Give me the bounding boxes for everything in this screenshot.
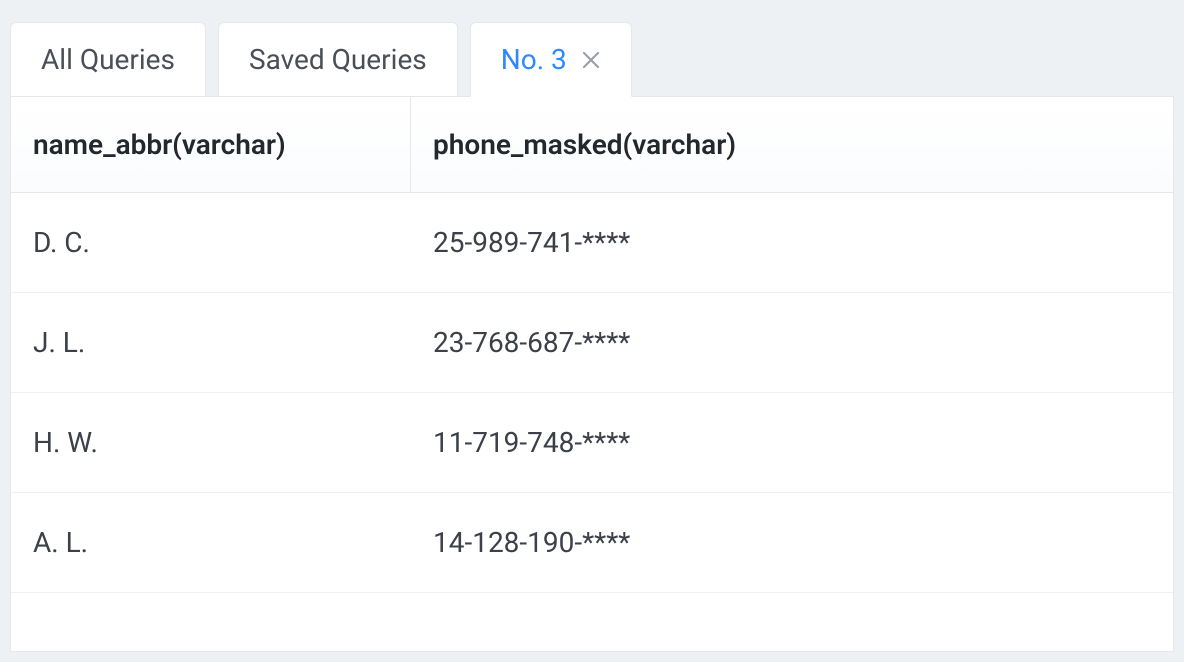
tab-all-queries[interactable]: All Queries bbox=[10, 22, 206, 97]
cell-value: A. L. bbox=[33, 526, 88, 559]
table-row[interactable]: D. C. 25-989-741-**** bbox=[11, 193, 1173, 293]
cell-value: 23-768-687-**** bbox=[433, 326, 630, 359]
tab-query-3[interactable]: No. 3 bbox=[470, 22, 632, 97]
column-header-name-abbr[interactable]: name_abbr(varchar) bbox=[11, 97, 411, 192]
column-header-row: name_abbr(varchar) phone_masked(varchar) bbox=[11, 97, 1173, 193]
cell-value: 14-128-190-**** bbox=[433, 526, 630, 559]
grid-spacer bbox=[11, 593, 1173, 651]
table-row[interactable]: A. L. 14-128-190-**** bbox=[11, 493, 1173, 593]
tab-label: All Queries bbox=[41, 43, 175, 76]
tab-label: Saved Queries bbox=[249, 43, 427, 76]
column-header-phone-masked[interactable]: phone_masked(varchar) bbox=[411, 97, 1173, 192]
query-results-pane: All Queries Saved Queries No. 3 name_abb… bbox=[0, 0, 1184, 662]
cell-value: H. W. bbox=[33, 426, 98, 459]
tab-saved-queries[interactable]: Saved Queries bbox=[218, 22, 458, 97]
close-icon[interactable] bbox=[581, 50, 601, 70]
cell-value: 11-719-748-**** bbox=[433, 426, 630, 459]
results-panel: name_abbr(varchar) phone_masked(varchar)… bbox=[10, 96, 1174, 652]
cell-phone-masked: 11-719-748-**** bbox=[411, 393, 1173, 492]
cell-phone-masked: 25-989-741-**** bbox=[411, 193, 1173, 292]
tab-bar: All Queries Saved Queries No. 3 bbox=[10, 22, 1174, 97]
cell-name-abbr: J. L. bbox=[11, 293, 411, 392]
cell-name-abbr: H. W. bbox=[11, 393, 411, 492]
table-row[interactable]: H. W. 11-719-748-**** bbox=[11, 393, 1173, 493]
cell-name-abbr: A. L. bbox=[11, 493, 411, 592]
results-grid-scroll[interactable]: name_abbr(varchar) phone_masked(varchar)… bbox=[11, 97, 1173, 651]
cell-value: D. C. bbox=[33, 226, 90, 259]
cell-phone-masked: 23-768-687-**** bbox=[411, 293, 1173, 392]
cell-value: 25-989-741-**** bbox=[433, 226, 630, 259]
table-row[interactable]: J. L. 23-768-687-**** bbox=[11, 293, 1173, 393]
cell-value: J. L. bbox=[33, 326, 85, 359]
cell-phone-masked: 14-128-190-**** bbox=[411, 493, 1173, 592]
column-header-label: phone_masked(varchar) bbox=[433, 128, 736, 161]
results-grid: name_abbr(varchar) phone_masked(varchar)… bbox=[11, 97, 1173, 651]
column-header-label: name_abbr(varchar) bbox=[33, 128, 286, 161]
cell-name-abbr: D. C. bbox=[11, 193, 411, 292]
tab-label: No. 3 bbox=[501, 43, 567, 76]
